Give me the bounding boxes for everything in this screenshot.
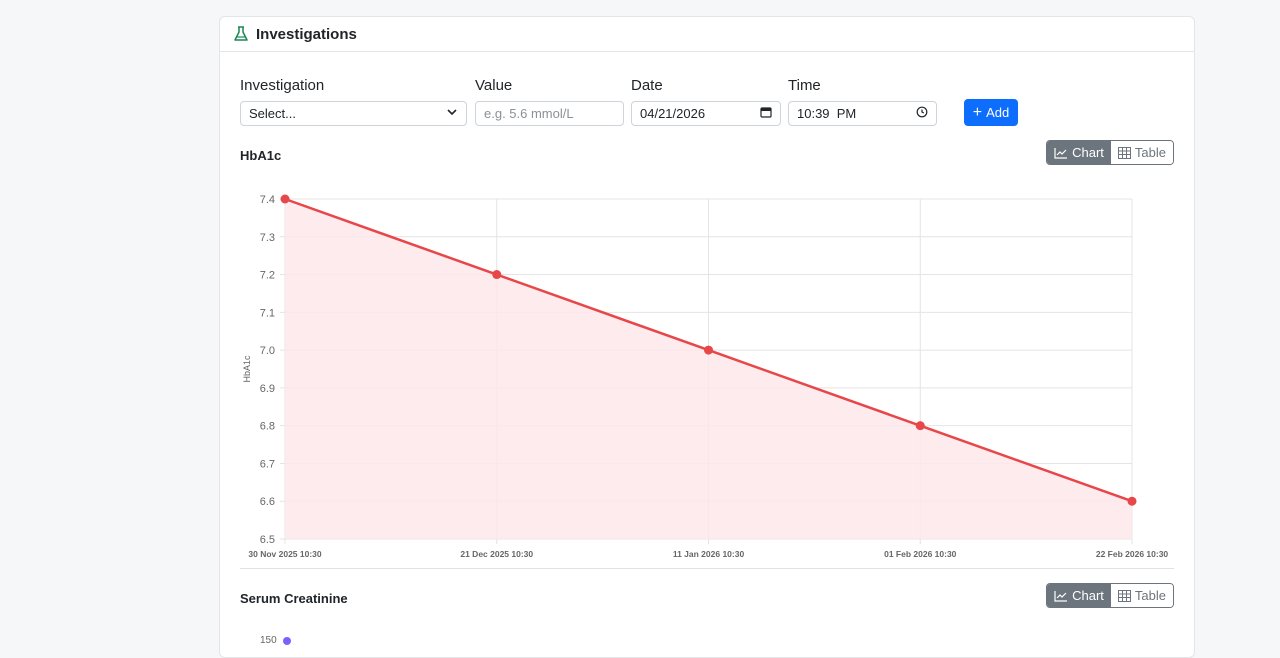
y-tick-label: 7.1: [260, 307, 275, 319]
hba1c-line-chart: 7.4 7.3 7.2 7.1 7.0 6.9 6.8 6.7 6.6 6.5 30 Nov 202…: [242, 194, 1169, 559]
value-placeholder: e.g. 5.6 mmol/L: [484, 106, 574, 121]
data-point: [280, 194, 290, 204]
card-title: Investigations: [256, 25, 357, 43]
hba1c-section: HbA1c Chart Table 7.4 7.3 7.2 7.1 7.0 6.9 6.8 6…: [240, 140, 1174, 559]
x-tick-label: 01 Feb 2026 10:30: [884, 549, 957, 559]
date-input[interactable]: 04/21/2026: [631, 101, 781, 126]
y-tick-label: 6.8: [260, 421, 275, 433]
add-button-label: Add: [986, 105, 1010, 120]
line-chart-icon: [1054, 147, 1068, 159]
plus-icon: +: [972, 103, 983, 121]
investigation-group: Investigation Select...: [240, 77, 467, 126]
chart-view-label: Chart: [1072, 588, 1104, 603]
view-toggle: Chart Table: [1046, 140, 1174, 165]
view-toggle: Chart Table: [1046, 583, 1174, 608]
calendar-icon[interactable]: [760, 106, 772, 121]
y-tick-label: 6.7: [260, 458, 275, 470]
table-view-button[interactable]: Table: [1110, 584, 1173, 607]
value-input[interactable]: e.g. 5.6 mmol/L: [475, 101, 624, 126]
section-title: Serum Creatinine: [240, 591, 348, 606]
y-axis-title: HbA1c: [242, 355, 252, 383]
data-point: [1127, 496, 1137, 506]
data-point: [492, 270, 502, 280]
table-icon: [1117, 589, 1131, 602]
data-point: [915, 421, 925, 431]
table-icon: [1117, 146, 1131, 159]
data-point: [704, 345, 713, 355]
date-label: Date: [631, 77, 663, 94]
flask-icon: [232, 25, 250, 43]
add-investigation-form: Investigation Select... Value e.g. 5.6 m…: [240, 77, 1174, 137]
table-view-button[interactable]: Table: [1110, 141, 1173, 164]
investigation-select[interactable]: Select...: [240, 101, 467, 126]
time-value: 10:39 PM: [797, 106, 857, 121]
time-input[interactable]: 10:39 PM: [788, 101, 937, 126]
partial-y-tick: 150: [260, 635, 277, 646]
x-tick-label: 11 Jan 2026 10:30: [673, 549, 745, 559]
clock-icon[interactable]: [880, 91, 928, 136]
investigation-select-value: Select...: [249, 106, 296, 121]
chart-view-button[interactable]: Chart: [1047, 584, 1111, 607]
section-title: HbA1c: [240, 148, 282, 163]
y-tick-label: 6.5: [260, 534, 275, 546]
line-chart-icon: [1054, 590, 1068, 602]
x-tick-label: 30 Nov 2025 10:30: [248, 549, 322, 559]
chart-view-label: Chart: [1072, 145, 1104, 160]
time-group: Time 10:39 PM: [788, 77, 937, 126]
table-view-label: Table: [1134, 588, 1166, 603]
table-view-label: Table: [1134, 145, 1166, 160]
x-tick-label: 22 Feb 2026 10:30: [1096, 549, 1169, 559]
section-divider: [240, 568, 1174, 569]
date-group: Date 04/21/2026: [631, 77, 781, 126]
chart-view-button[interactable]: Chart: [1047, 141, 1111, 164]
investigation-label: Investigation: [240, 77, 325, 94]
y-tick-label: 7.0: [260, 345, 275, 357]
y-tick-label: 7.2: [260, 270, 275, 282]
value-group: Value e.g. 5.6 mmol/L: [475, 77, 624, 126]
serum-creatinine-section: Serum Creatinine Chart Table 150: [240, 583, 1174, 651]
x-tick-label: 21 Dec 2025 10:30: [460, 549, 533, 559]
y-tick-label: 6.6: [260, 496, 275, 508]
value-label: Value: [475, 77, 513, 94]
chevron-down-icon: [446, 106, 458, 121]
partial-data-point: [283, 637, 291, 645]
investigations-card: Investigations Investigation Select... V…: [219, 16, 1195, 658]
y-tick-label: 7.3: [260, 232, 275, 244]
add-button[interactable]: + Add: [964, 99, 1018, 126]
date-value: 04/21/2026: [640, 106, 706, 121]
y-tick-label: 7.4: [260, 194, 275, 206]
card-header: Investigations: [220, 17, 1194, 52]
y-tick-label: 6.9: [260, 383, 275, 395]
